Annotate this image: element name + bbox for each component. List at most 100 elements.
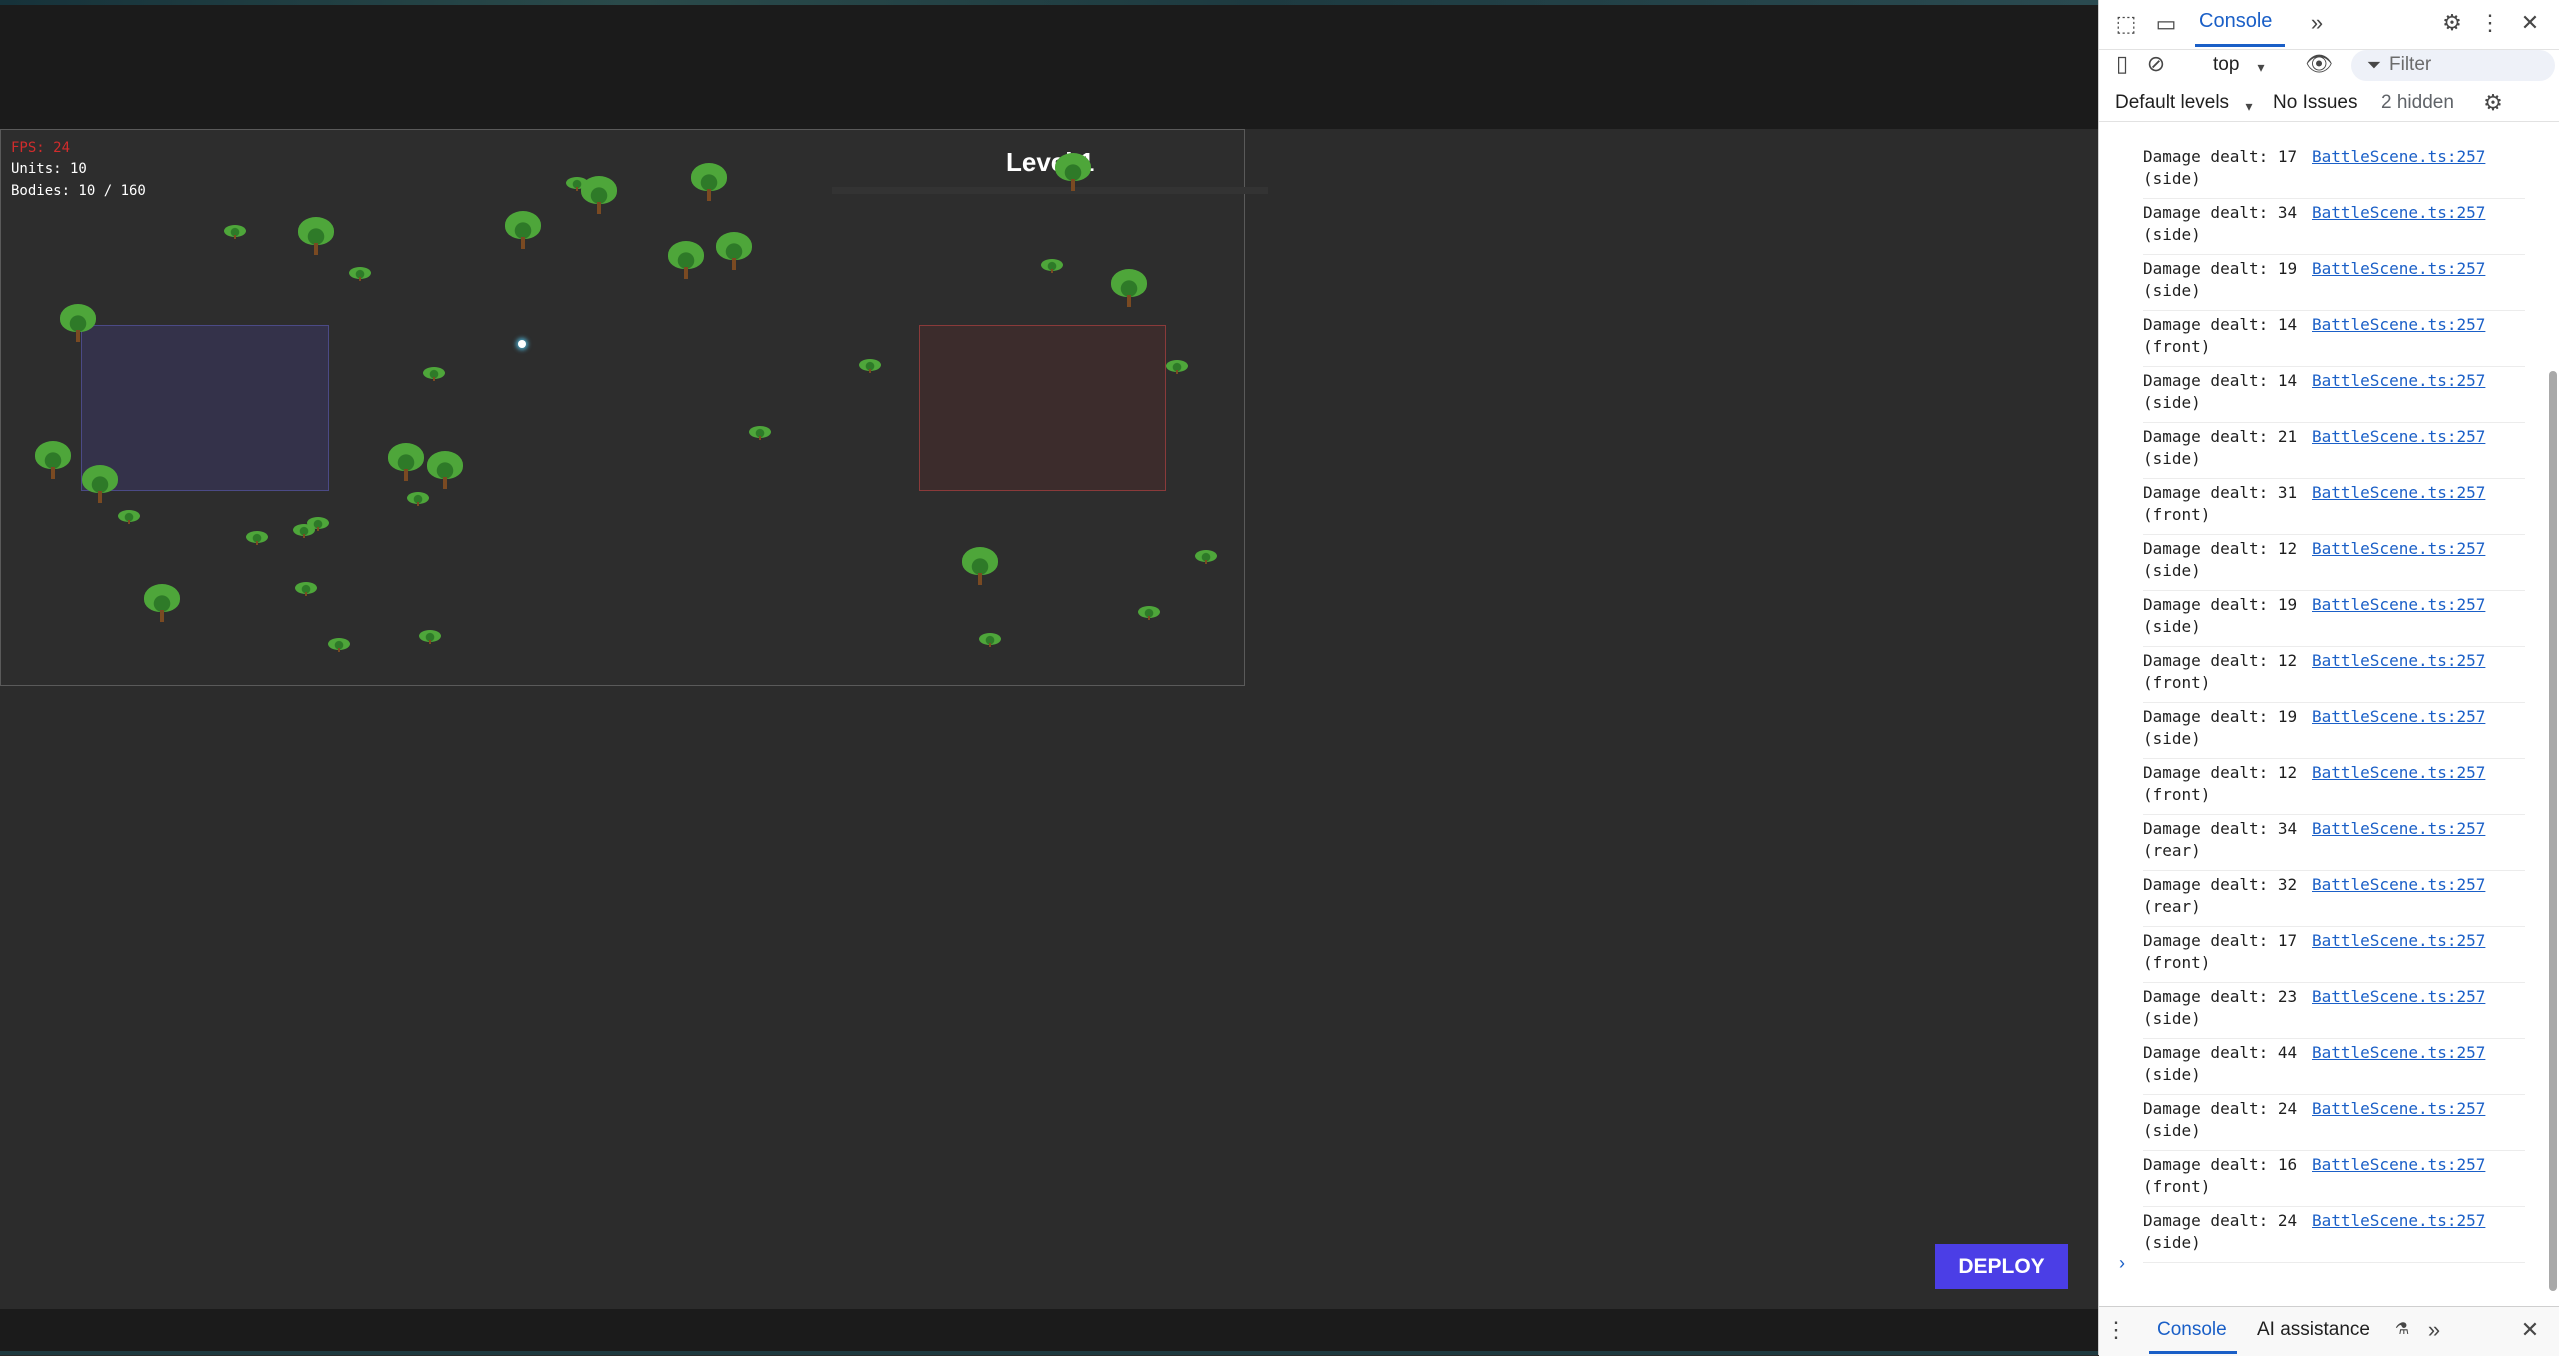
tab-console[interactable]: Console: [2199, 10, 2272, 33]
console-log-entry: Damage dealt: 19 (side) BattleScene.ts:25…: [2143, 706, 2525, 759]
gear-icon[interactable]: ⚙: [2439, 12, 2465, 34]
devtools-tab-strip: ⬚ ▭ Console » ⚙ ⋮ ✕: [2099, 0, 2559, 50]
more-tabs-icon[interactable]: »: [2304, 12, 2330, 34]
log-source-link[interactable]: BattleScene.ts:257: [2312, 986, 2485, 1008]
console-log-list[interactable]: Damage dealt: 17 (side) BattleScene.ts:25…: [2099, 123, 2539, 1306]
bush-icon: [419, 630, 441, 644]
log-source-link[interactable]: BattleScene.ts:257: [2312, 370, 2485, 392]
bush-icon: [859, 359, 881, 373]
bush-icon: [979, 633, 1001, 647]
bottom-band: [0, 1309, 2098, 1355]
log-source-link[interactable]: BattleScene.ts:257: [2312, 1210, 2485, 1232]
log-message: Damage dealt: 24 (side): [2143, 1211, 2298, 1252]
console-scrollbar[interactable]: [2547, 123, 2559, 1306]
device-toolbar-icon[interactable]: ▭: [2153, 13, 2179, 35]
log-message: Damage dealt: 19 (side): [2143, 595, 2298, 636]
log-source-link[interactable]: BattleScene.ts:257: [2312, 258, 2485, 280]
devtools-drawer: ⋮ Console AI assistance ⚗ » ✕: [2099, 1306, 2559, 1356]
deploy-button[interactable]: DEPLOY: [1935, 1244, 2068, 1289]
log-source-link[interactable]: BattleScene.ts:257: [2312, 930, 2485, 952]
bush-icon: [1195, 550, 1217, 564]
console-log-entry: Damage dealt: 12 (front) BattleScene.ts:2…: [2143, 762, 2525, 815]
log-message: Damage dealt: 12 (front): [2143, 651, 2298, 692]
bush-icon: [1138, 606, 1160, 620]
player-deploy-zone[interactable]: [81, 325, 329, 491]
filter-placeholder: Filter: [2389, 54, 2432, 75]
log-source-link[interactable]: BattleScene.ts:257: [2312, 426, 2485, 448]
bush-icon: [423, 367, 445, 381]
log-source-link[interactable]: BattleScene.ts:257: [2312, 818, 2485, 840]
battlefield-canvas[interactable]: FPS: 24 Units: 10 Bodies: 10 / 160 Level…: [0, 129, 1268, 686]
console-log-entry: Damage dealt: 23 (side) BattleScene.ts:25…: [2143, 986, 2525, 1039]
bush-icon: [1041, 259, 1063, 273]
tree-icon: [60, 304, 96, 344]
log-source-link[interactable]: BattleScene.ts:257: [2312, 146, 2485, 168]
console-log-entry: Damage dealt: 24 (side) BattleScene.ts:25…: [2143, 1098, 2525, 1151]
log-source-link[interactable]: BattleScene.ts:257: [2312, 594, 2485, 616]
bush-icon: [118, 510, 140, 524]
log-message: Damage dealt: 19 (side): [2143, 259, 2298, 300]
context-selector[interactable]: top: [2213, 54, 2239, 76]
console-log-entry: Damage dealt: 14 (side) BattleScene.ts:25…: [2143, 370, 2525, 423]
log-source-link[interactable]: BattleScene.ts:257: [2312, 706, 2485, 728]
console-log-entry: Damage dealt: 14 (front) BattleScene.ts:2…: [2143, 314, 2525, 367]
tree-icon: [962, 547, 998, 587]
log-source-link[interactable]: BattleScene.ts:257: [2312, 874, 2485, 896]
bush-icon: [328, 638, 350, 652]
console-log-entry: Damage dealt: 34 (rear) BattleScene.ts:25…: [2143, 818, 2525, 871]
kebab-menu-icon[interactable]: ⋮: [2477, 12, 2503, 34]
log-message: Damage dealt: 21 (side): [2143, 427, 2298, 468]
drawer-tab-console[interactable]: Console: [2157, 1319, 2227, 1341]
log-source-link[interactable]: BattleScene.ts:257: [2312, 650, 2485, 672]
log-source-link[interactable]: BattleScene.ts:257: [2312, 538, 2485, 560]
console-prompt-icon[interactable]: ›: [2119, 1253, 2125, 1274]
console-log-entry: Damage dealt: 31 (front) BattleScene.ts:2…: [2143, 482, 2525, 535]
console-log-entry: Damage dealt: 12 (front) BattleScene.ts:2…: [2143, 650, 2525, 703]
console-settings-icon[interactable]: ⚙: [2480, 92, 2506, 114]
sidebar-toggle-icon[interactable]: ▯: [2109, 53, 2135, 75]
chevron-down-icon[interactable]: ▾: [2248, 56, 2274, 78]
log-source-link[interactable]: BattleScene.ts:257: [2312, 1154, 2485, 1176]
log-message: Damage dealt: 44 (side): [2143, 1043, 2298, 1084]
inspect-element-icon[interactable]: ⬚: [2113, 13, 2139, 35]
close-icon[interactable]: ✕: [2517, 12, 2543, 34]
bush-icon: [566, 177, 588, 191]
log-source-link[interactable]: BattleScene.ts:257: [2312, 762, 2485, 784]
console-log-entry: Damage dealt: 16 (front) BattleScene.ts:2…: [2143, 1154, 2525, 1207]
more-drawer-tabs-icon[interactable]: »: [2421, 1319, 2447, 1341]
log-message: Damage dealt: 14 (side): [2143, 371, 2298, 412]
chevron-down-icon[interactable]: ▾: [2236, 95, 2262, 117]
log-source-link[interactable]: BattleScene.ts:257: [2312, 314, 2485, 336]
console-toolbar: ▯ ⊘ top ▾ 👁 ⏷ Filter: [2099, 50, 2559, 81]
console-log-entry: Damage dealt: 17 (side) BattleScene.ts:25…: [2143, 146, 2525, 199]
log-source-link[interactable]: BattleScene.ts:257: [2312, 1098, 2485, 1120]
clear-console-icon[interactable]: ⊘: [2143, 53, 2169, 75]
issues-indicator[interactable]: No Issues: [2273, 92, 2357, 114]
log-source-link[interactable]: BattleScene.ts:257: [2312, 1042, 2485, 1064]
log-message: Damage dealt: 32 (rear): [2143, 875, 2298, 916]
units-counter: Units: 10: [11, 161, 87, 177]
console-log-entry: Damage dealt: 19 (side) BattleScene.ts:25…: [2143, 258, 2525, 311]
close-drawer-icon[interactable]: ✕: [2517, 1319, 2543, 1341]
eye-icon[interactable]: 👁: [2305, 53, 2333, 75]
bush-icon: [749, 426, 771, 440]
tree-icon: [668, 241, 704, 281]
tab-console-indicator: [2195, 44, 2285, 47]
fps-counter: FPS: 24: [11, 140, 71, 156]
console-scroll-thumb[interactable]: [2549, 371, 2557, 1291]
drawer-menu-icon[interactable]: ⋮: [2103, 1319, 2129, 1341]
log-source-link[interactable]: BattleScene.ts:257: [2312, 482, 2485, 504]
drawer-tab-ai-assistance[interactable]: AI assistance: [2257, 1319, 2370, 1341]
log-message: Damage dealt: 14 (front): [2143, 315, 2298, 356]
log-source-link[interactable]: BattleScene.ts:257: [2312, 202, 2485, 224]
tree-icon: [505, 211, 541, 251]
console-log-entry: Damage dealt: 12 (side) BattleScene.ts:25…: [2143, 538, 2525, 591]
log-levels-dropdown[interactable]: Default levels: [2115, 92, 2229, 114]
console-log-entry: Damage dealt: 17 (front) BattleScene.ts:2…: [2143, 930, 2525, 983]
filter-input[interactable]: ⏷ Filter: [2351, 50, 2555, 81]
bush-icon: [224, 225, 246, 239]
unit-marker[interactable]: [518, 340, 526, 348]
tree-icon: [1111, 269, 1147, 309]
bush-icon: [307, 517, 329, 531]
level-progress-bar: [832, 187, 1268, 194]
